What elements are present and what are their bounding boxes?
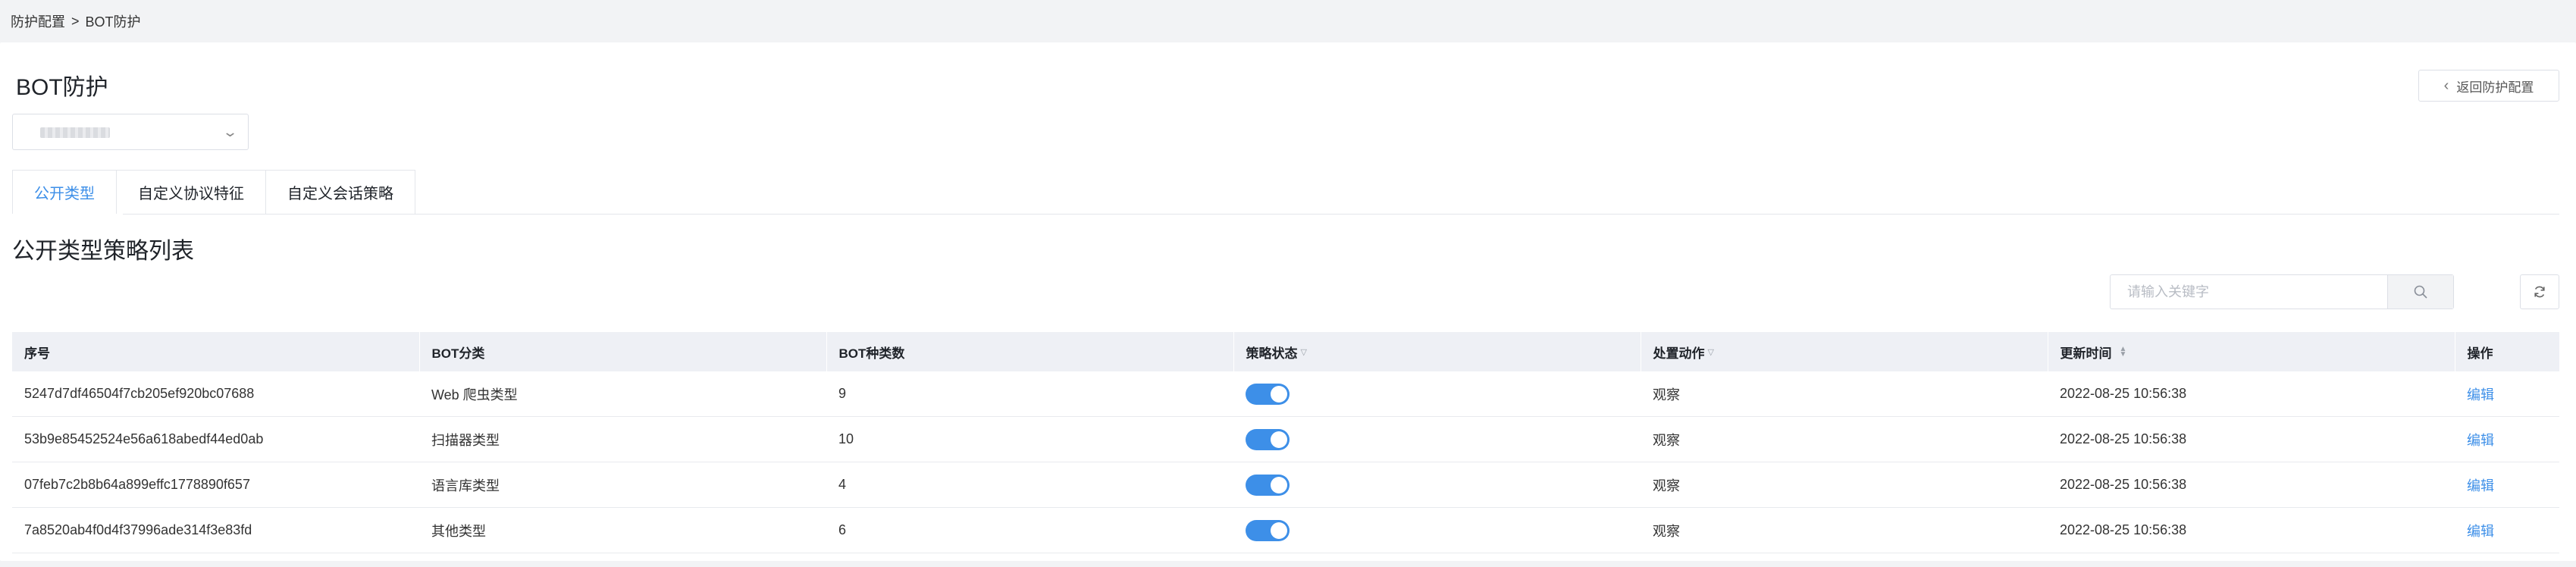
col-header-bot-category: BOT分类 bbox=[419, 332, 827, 371]
edit-link[interactable]: 编辑 bbox=[2467, 524, 2494, 539]
cell-status bbox=[1233, 416, 1641, 462]
search-box bbox=[2110, 274, 2454, 309]
search-button[interactable] bbox=[2387, 275, 2453, 309]
breadcrumb-parent[interactable]: 防护配置 bbox=[11, 11, 65, 31]
back-to-protection-config-button[interactable]: ‹ 返回防护配置 bbox=[2418, 70, 2559, 102]
cell-count: 6 bbox=[826, 507, 1233, 553]
redacted-site-value bbox=[40, 127, 110, 138]
table-row: 5247d7df46504f7cb205ef920bc07688 Web 爬虫类… bbox=[12, 371, 2559, 417]
cell-category: Web 爬虫类型 bbox=[419, 371, 826, 417]
table-row: 07feb7c2b8b64a899effc1778890f657 语言库类型 4… bbox=[12, 462, 2559, 508]
cell-action: 观察 bbox=[1641, 462, 2048, 508]
cell-status bbox=[1233, 462, 1641, 508]
table-row: 53b9e85452524e56a618abedf44ed0ab 扫描器类型 1… bbox=[12, 416, 2559, 462]
policy-status-toggle[interactable] bbox=[1246, 383, 1290, 405]
filter-caret-icon[interactable]: ▽ bbox=[1708, 347, 1714, 357]
cell-updated: 2022-08-25 10:56:38 bbox=[2048, 462, 2455, 508]
cell-updated: 2022-08-25 10:56:38 bbox=[2048, 371, 2455, 417]
cell-op: 编辑 bbox=[2455, 371, 2559, 417]
cell-action: 观察 bbox=[1641, 416, 2048, 462]
breadcrumb: 防护配置 > BOT防护 bbox=[0, 0, 2576, 42]
tab-divider bbox=[12, 214, 2559, 215]
search-input[interactable] bbox=[2111, 275, 2387, 309]
refresh-icon bbox=[2534, 286, 2545, 298]
cell-count: 9 bbox=[826, 371, 1233, 417]
tab-public-types[interactable]: 公开类型 bbox=[12, 170, 117, 214]
cell-category: 其他类型 bbox=[419, 507, 826, 553]
chevron-down-icon: ⌄ bbox=[221, 124, 239, 139]
cell-updated: 2022-08-25 10:56:38 bbox=[2048, 416, 2455, 462]
cell-updated: 2022-08-25 10:56:38 bbox=[2048, 507, 2455, 553]
policy-status-toggle[interactable] bbox=[1246, 519, 1290, 541]
cell-id: 53b9e85452524e56a618abedf44ed0ab bbox=[12, 416, 419, 462]
cell-category: 语言库类型 bbox=[419, 462, 826, 508]
tab-custom-session-policy[interactable]: 自定义会话策略 bbox=[265, 170, 415, 214]
policy-table: 序号 BOT分类 BOT种类数 策略状态 ▽ 处置动作 ▽ 更新时间 ▲ ▼ 操作 52… bbox=[12, 332, 2560, 553]
col-header-action[interactable]: 处置动作 ▽ bbox=[1641, 332, 2048, 371]
policy-status-toggle[interactable] bbox=[1246, 428, 1290, 450]
cell-op: 编辑 bbox=[2455, 416, 2559, 462]
edit-link[interactable]: 编辑 bbox=[2467, 387, 2494, 403]
cell-count: 10 bbox=[826, 416, 1233, 462]
site-select[interactable]: ⌄ bbox=[12, 114, 249, 150]
sort-icon[interactable]: ▲ ▼ bbox=[2120, 346, 2127, 359]
cell-status bbox=[1233, 507, 1641, 553]
col-header-index: 序号 bbox=[12, 332, 420, 371]
cell-id: 07feb7c2b8b64a899effc1778890f657 bbox=[12, 462, 419, 508]
filter-caret-icon[interactable]: ▽ bbox=[1301, 347, 1307, 357]
back-button-label: 返回防护配置 bbox=[2456, 80, 2534, 95]
section-title: 公开类型策略列表 bbox=[12, 239, 194, 264]
tab-custom-protocol-features[interactable]: 自定义协议特征 bbox=[116, 170, 266, 214]
table-header-row: 序号 BOT分类 BOT种类数 策略状态 ▽ 处置动作 ▽ 更新时间 ▲ ▼ 操作 bbox=[12, 332, 2560, 371]
cell-id: 5247d7df46504f7cb205ef920bc07688 bbox=[12, 371, 419, 417]
breadcrumb-separator: > bbox=[71, 13, 80, 29]
edit-link[interactable]: 编辑 bbox=[2467, 433, 2494, 448]
edit-link[interactable]: 编辑 bbox=[2467, 478, 2494, 493]
policy-status-toggle[interactable] bbox=[1246, 474, 1290, 496]
cell-status bbox=[1233, 371, 1641, 417]
tab-bar: 公开类型 自定义协议特征 自定义会话策略 bbox=[12, 170, 415, 214]
table-row: 7a8520ab4f0d4f37996ade314f3e83fd 其他类型 6 … bbox=[12, 507, 2559, 553]
col-header-bot-type-count: BOT种类数 bbox=[826, 332, 1234, 371]
chevron-left-icon: ‹ bbox=[2443, 77, 2449, 94]
main-card: BOT防护 ‹ 返回防护配置 ⌄ 公开类型 自定义协议特征 自定义会话策略 公开… bbox=[0, 42, 2576, 561]
cell-op: 编辑 bbox=[2455, 462, 2559, 508]
col-header-policy-status[interactable]: 策略状态 ▽ bbox=[1233, 332, 1641, 371]
cell-count: 4 bbox=[826, 462, 1233, 508]
search-icon bbox=[2414, 285, 2427, 299]
cell-category: 扫描器类型 bbox=[419, 416, 826, 462]
cell-op: 编辑 bbox=[2455, 507, 2559, 553]
cell-id: 7a8520ab4f0d4f37996ade314f3e83fd bbox=[12, 507, 419, 553]
page-title: BOT防护 bbox=[16, 75, 108, 100]
cell-action: 观察 bbox=[1641, 507, 2048, 553]
col-header-updated-time[interactable]: 更新时间 ▲ ▼ bbox=[2048, 332, 2455, 371]
refresh-button[interactable] bbox=[2520, 274, 2559, 309]
breadcrumb-current: BOT防护 bbox=[85, 14, 141, 30]
col-header-operation: 操作 bbox=[2455, 332, 2560, 371]
cell-action: 观察 bbox=[1641, 371, 2048, 417]
